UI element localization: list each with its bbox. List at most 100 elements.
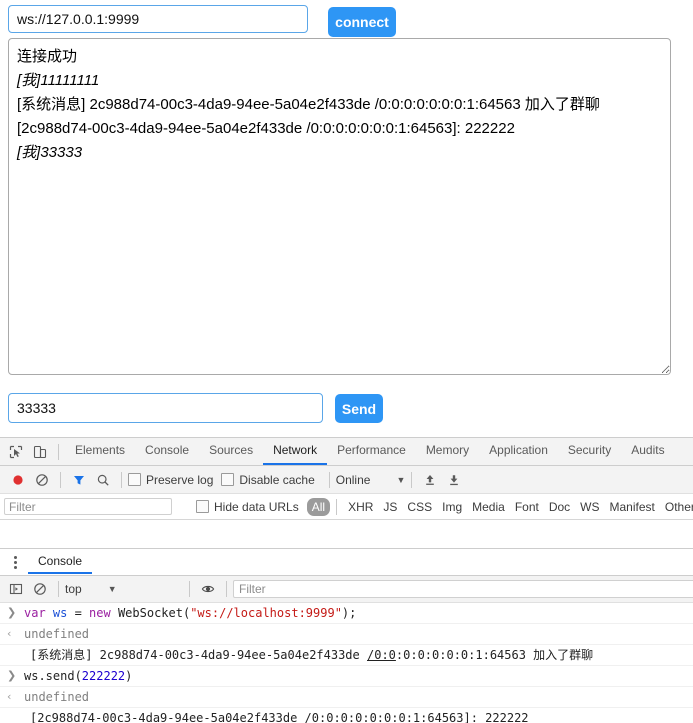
message-input[interactable] bbox=[8, 393, 323, 423]
websocket-demo-page: connect 连接成功 [我]11111111 [系统消息] 2c988d74… bbox=[0, 0, 693, 437]
hide-data-urls-checkbox[interactable]: Hide data URLs bbox=[196, 500, 299, 514]
console-result-line: ‹ undefined bbox=[0, 687, 693, 708]
disable-cache-label: Disable cache bbox=[239, 472, 315, 487]
console-input-line[interactable]: ❯ ws.send(222222) bbox=[0, 666, 693, 687]
websocket-url-input[interactable] bbox=[8, 5, 308, 33]
tab-application[interactable]: Application bbox=[479, 438, 558, 465]
console-token: [2c988d74-00c3-4da9-94ee-5a04e2f433de bbox=[30, 711, 305, 723]
console-link[interactable]: /0:0 bbox=[305, 711, 334, 723]
send-button[interactable]: Send bbox=[335, 394, 383, 423]
execution-context-select[interactable]: top ▼ bbox=[65, 582, 183, 596]
divider bbox=[189, 581, 190, 597]
checkbox-box bbox=[128, 473, 141, 486]
divider bbox=[58, 443, 59, 460]
console-token: = bbox=[67, 606, 90, 620]
connect-button[interactable]: connect bbox=[328, 7, 396, 37]
console-log-line: [2c988d74-00c3-4da9-94ee-5a04e2f433de /0… bbox=[0, 708, 693, 723]
hide-data-urls-label: Hide data URLs bbox=[214, 499, 299, 514]
filter-type-font[interactable]: Font bbox=[510, 498, 544, 516]
divider bbox=[411, 471, 413, 488]
console-sidebar-icon[interactable] bbox=[4, 577, 28, 601]
tab-sources[interactable]: Sources bbox=[199, 438, 263, 465]
drawer-more-options-icon[interactable] bbox=[6, 553, 24, 571]
filter-icon[interactable] bbox=[67, 468, 91, 492]
console-log-line: [系统消息] 2c988d74-00c3-4da9-94ee-5a04e2f43… bbox=[0, 645, 693, 666]
log-line: [2c988d74-00c3-4da9-94ee-5a04e2f433de /0… bbox=[17, 120, 515, 137]
console-result-value: undefined bbox=[24, 627, 90, 641]
divider bbox=[226, 581, 227, 597]
console-token: var bbox=[24, 606, 53, 620]
input-arrow-icon: ❯ bbox=[7, 606, 17, 619]
output-arrow-icon: ‹ bbox=[7, 627, 12, 640]
console-token: ws bbox=[52, 606, 68, 620]
chat-log-textarea[interactable]: 连接成功 [我]11111111 [系统消息] 2c988d74-00c3-4d… bbox=[8, 38, 671, 375]
filter-type-ws[interactable]: WS bbox=[575, 498, 604, 516]
divider bbox=[336, 498, 338, 515]
tab-security[interactable]: Security bbox=[558, 438, 621, 465]
chevron-down-icon: ▼ bbox=[107, 584, 117, 594]
live-expression-icon[interactable] bbox=[196, 577, 220, 601]
disable-cache-checkbox[interactable]: Disable cache bbox=[221, 472, 315, 487]
tab-network[interactable]: Network bbox=[263, 438, 328, 465]
network-requests-area bbox=[0, 520, 693, 548]
import-har-icon[interactable] bbox=[418, 468, 442, 492]
drawer-tab-console[interactable]: Console bbox=[28, 550, 93, 574]
filter-type-css[interactable]: CSS bbox=[402, 498, 437, 516]
log-line: [系统消息] 2c988d74-00c3-4da9-94ee-5a04e2f43… bbox=[17, 96, 600, 113]
console-toolbar: top ▼ Defau bbox=[0, 576, 693, 603]
throttling-select[interactable]: Online ▼ bbox=[336, 473, 406, 487]
input-arrow-icon: ❯ bbox=[7, 669, 17, 682]
filter-type-other[interactable]: Other bbox=[660, 498, 693, 516]
record-icon[interactable] bbox=[6, 468, 30, 492]
network-toolbar: Preserve log Disable cache Online ▼ bbox=[0, 466, 693, 494]
filter-type-manifest[interactable]: Manifest bbox=[605, 498, 660, 516]
chevron-down-icon: ▼ bbox=[396, 474, 406, 485]
tab-performance[interactable]: Performance bbox=[327, 438, 416, 465]
filter-type-xhr[interactable]: XHR bbox=[343, 498, 378, 516]
preserve-log-checkbox[interactable]: Preserve log bbox=[128, 473, 213, 487]
log-line: 连接成功 bbox=[17, 48, 78, 65]
clear-console-icon[interactable] bbox=[28, 577, 52, 601]
checkbox-box bbox=[196, 500, 209, 513]
connect-row: connect bbox=[8, 5, 685, 37]
tab-console[interactable]: Console bbox=[135, 438, 199, 465]
log-line: [我]33333 bbox=[17, 144, 83, 161]
search-icon[interactable] bbox=[91, 468, 115, 492]
tab-memory[interactable]: Memory bbox=[416, 438, 479, 465]
filter-type-img[interactable]: Img bbox=[437, 498, 467, 516]
filter-type-all[interactable]: All bbox=[306, 497, 331, 516]
console-token: :0:0:0:0:0:1:64563]: 222222 bbox=[333, 711, 529, 723]
device-toolbar-icon[interactable] bbox=[28, 440, 52, 464]
console-message-list: ❯ var ws = new WebSocket("ws://localhost:… bbox=[0, 603, 693, 723]
console-token: "ws://localhost:9999" bbox=[190, 606, 342, 620]
console-link[interactable]: /0:0 bbox=[367, 648, 396, 662]
console-filter-input[interactable] bbox=[233, 580, 693, 598]
divider bbox=[60, 471, 61, 488]
filter-type-media[interactable]: Media bbox=[467, 498, 510, 516]
console-input-line[interactable]: ❯ var ws = new WebSocket("ws://localhost:… bbox=[0, 603, 693, 624]
tab-audits[interactable]: Audits bbox=[621, 438, 674, 465]
console-token: [系统消息] 2c988d74-00c3-4da9-94ee-5a04e2f43… bbox=[30, 648, 367, 662]
console-token: ) bbox=[125, 669, 133, 683]
divider bbox=[58, 581, 59, 597]
send-row: Send bbox=[8, 393, 685, 425]
filter-type-js[interactable]: JS bbox=[378, 498, 402, 516]
network-filter-input[interactable] bbox=[4, 498, 172, 515]
log-line: [我]11111111 bbox=[17, 72, 100, 89]
clear-icon[interactable] bbox=[30, 468, 54, 492]
console-result-line: ‹ undefined bbox=[0, 624, 693, 645]
console-token: ); bbox=[341, 606, 357, 620]
divider bbox=[121, 471, 122, 488]
network-filter-bar: Hide data URLs All XHR JS CSS Img Media … bbox=[0, 494, 693, 520]
console-token: :0:0:0:0:0:1:64563 加入了群聊 bbox=[395, 648, 594, 662]
console-token: new bbox=[89, 606, 118, 620]
tab-elements[interactable]: Elements bbox=[65, 438, 135, 465]
preserve-log-label: Preserve log bbox=[146, 472, 214, 487]
drawer-tabbar: Console bbox=[0, 548, 693, 576]
devtools-panel: Elements Console Sources Network Perform… bbox=[0, 437, 693, 723]
console-token: 222222 bbox=[81, 669, 126, 683]
inspect-element-icon[interactable] bbox=[4, 440, 28, 464]
console-token: ws.send( bbox=[24, 669, 82, 683]
filter-type-doc[interactable]: Doc bbox=[544, 498, 575, 516]
export-har-icon[interactable] bbox=[442, 468, 466, 492]
